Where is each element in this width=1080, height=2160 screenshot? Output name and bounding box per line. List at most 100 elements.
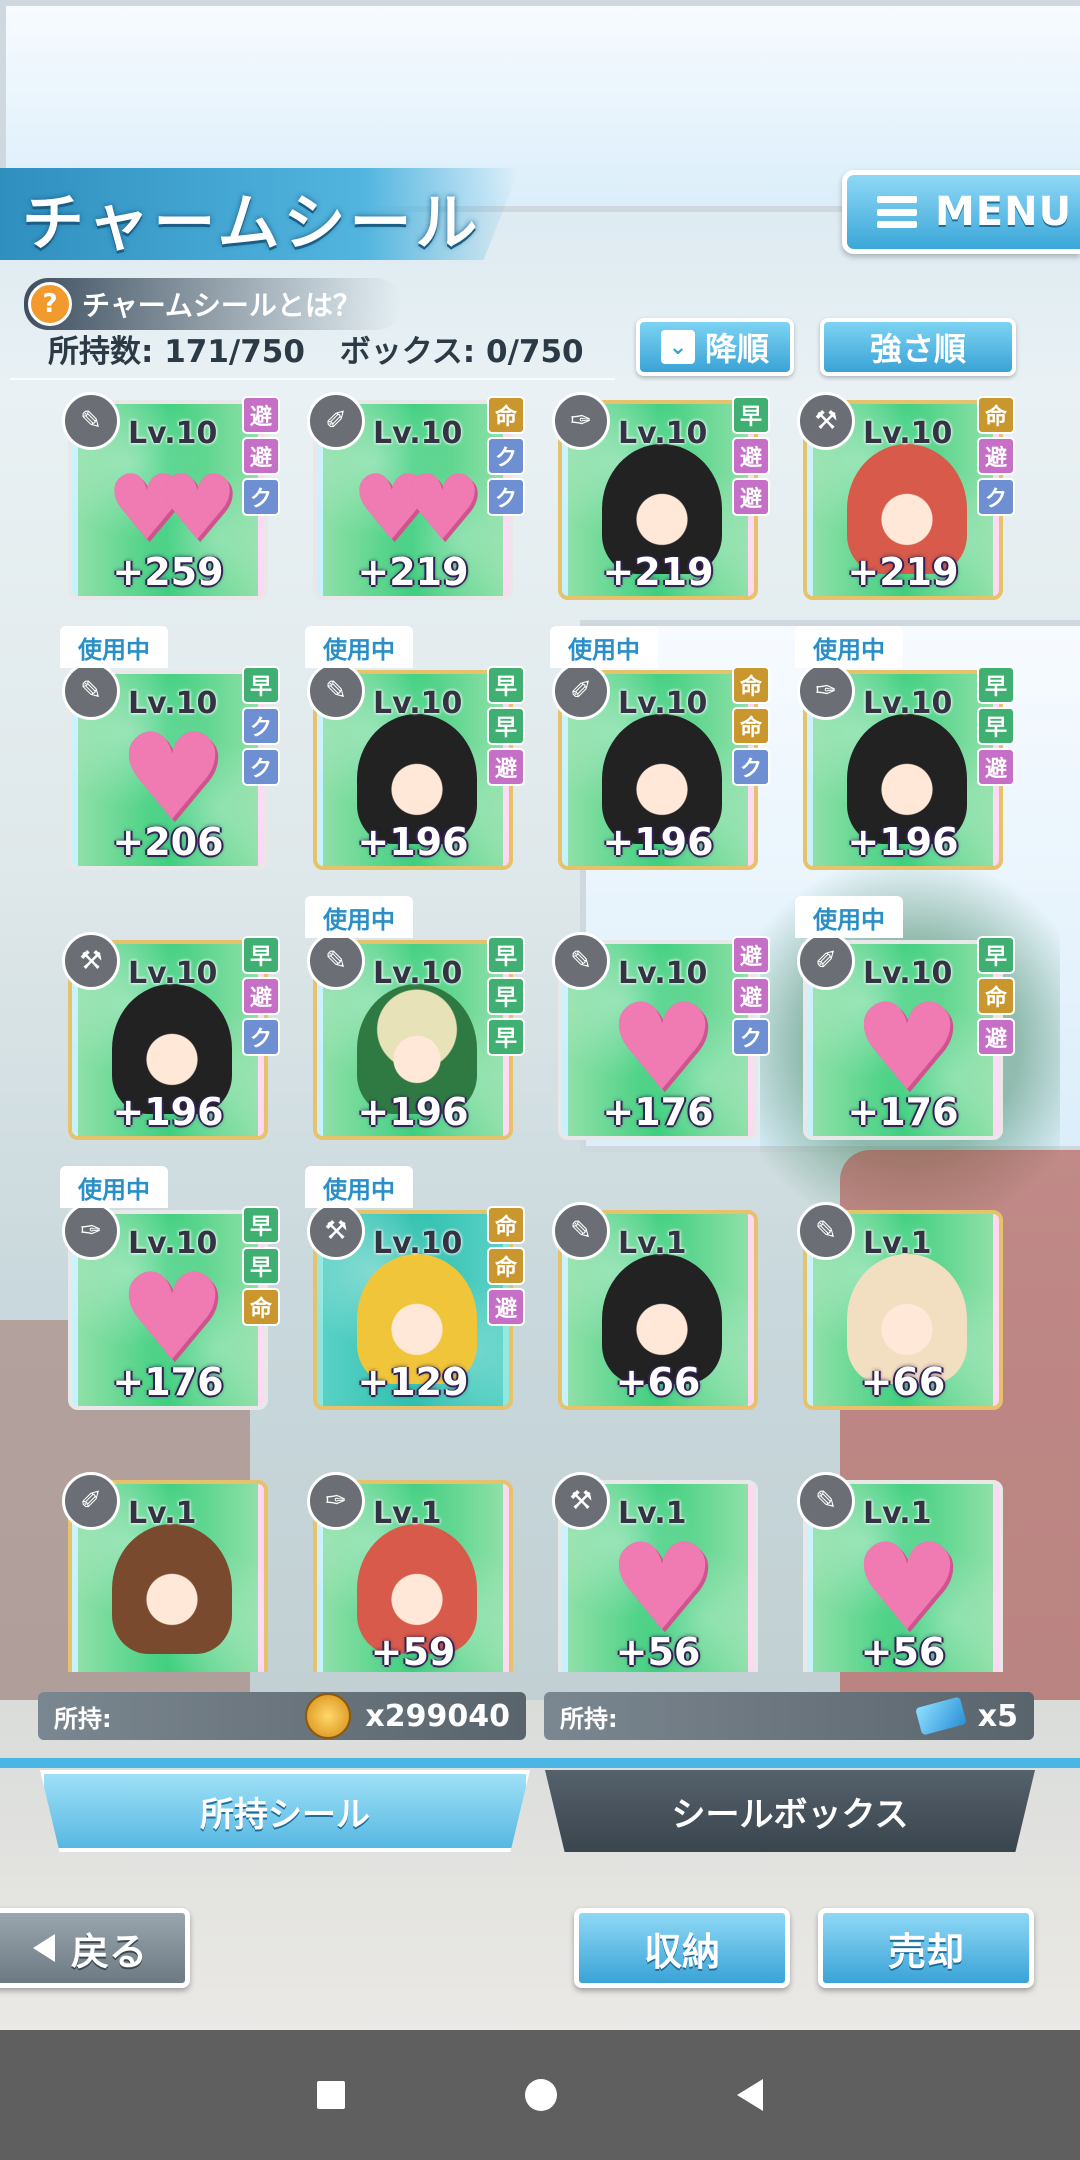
- sticker-tags: 命クク: [487, 396, 525, 516]
- sticker-tag: 命: [732, 666, 770, 704]
- sticker-card[interactable]: Lv.10 +219 ⚒ 命避ク: [795, 392, 1015, 612]
- sticker-card[interactable]: 使用中 Lv.10 +196 ✑ 早早避: [795, 626, 1015, 882]
- back-button[interactable]: 戻る: [0, 1908, 190, 1988]
- sticker-card[interactable]: ♥ Lv.1 +56 ✎: [795, 1472, 1011, 1672]
- sticker-power: +56: [615, 1630, 701, 1672]
- sticker-tag: ク: [732, 1018, 770, 1056]
- sticker-tag: 避: [487, 1288, 525, 1326]
- sticker-tags: 早早避: [977, 666, 1015, 786]
- sticker-power: +59: [370, 1630, 456, 1672]
- sticker-card[interactable]: 使用中 ♥ Lv.10 +176 ✑ 早早命: [60, 1166, 280, 1422]
- sticker-power: +56: [860, 1630, 946, 1672]
- sticker-card[interactable]: Lv.1 +66 ✎: [795, 1202, 1011, 1422]
- sticker-tag: 命: [732, 707, 770, 745]
- sticker-power: +196: [602, 820, 714, 864]
- sticker-level: Lv.10: [373, 1226, 463, 1261]
- sticker-type-icon: ✎: [797, 1472, 855, 1530]
- sticker-card[interactable]: Lv.1 +66 ✎: [550, 1202, 766, 1422]
- sort-by-button[interactable]: 強さ順: [820, 318, 1016, 376]
- ticket-icon: [914, 1696, 967, 1736]
- sticker-tag: 命: [242, 1288, 280, 1326]
- sort-order-label: 降順: [704, 330, 769, 368]
- sticker-tag: 避: [487, 748, 525, 786]
- sticker-tags: 早早避: [487, 666, 525, 786]
- sticker-tag: ク: [242, 1018, 280, 1056]
- sticker-tag: 早: [242, 1206, 280, 1244]
- sticker-card[interactable]: ♥♥ Lv.10 +259 ✎ 避避ク: [60, 392, 280, 612]
- box-count: ボックス: 0/750: [339, 334, 584, 370]
- sticker-tag: ク: [977, 478, 1015, 516]
- sticker-tag: 避: [732, 977, 770, 1015]
- sticker-power: +196: [357, 1090, 469, 1134]
- sticker-card[interactable]: 使用中 Lv.10 +196 ✐ 命命ク: [550, 626, 770, 882]
- sell-button[interactable]: 売却: [818, 1908, 1034, 1988]
- sticker-type-icon: ✐: [797, 932, 855, 990]
- menu-label: MENU: [935, 189, 1073, 235]
- back-nav-icon[interactable]: [737, 2079, 763, 2111]
- sticker-card[interactable]: 使用中 Lv.10 +196 ✎ 早早避: [305, 626, 525, 882]
- sticker-type-icon: ⚒: [307, 1202, 365, 1260]
- tab-sticker-box[interactable]: シールボックス: [545, 1770, 1035, 1852]
- sticker-level: Lv.10: [373, 686, 463, 721]
- sticker-card[interactable]: 使用中 Lv.10 +196 ✎ 早早早: [305, 896, 525, 1152]
- help-label: チャームシールとは？: [82, 289, 361, 322]
- sticker-level: Lv.10: [618, 956, 708, 991]
- sticker-type-icon: ✎: [307, 932, 365, 990]
- ticket-balance: 所持: x5: [544, 1692, 1034, 1740]
- sticker-type-icon: ⚒: [62, 932, 120, 990]
- coin-balance: 所持: x299040: [38, 1692, 526, 1740]
- sticker-tag: ク: [242, 748, 280, 786]
- sticker-tag: 命: [487, 396, 525, 434]
- sticker-tag: 避: [977, 748, 1015, 786]
- sticker-tags: 早命避: [977, 936, 1015, 1056]
- sticker-tag: 早: [487, 666, 525, 704]
- sticker-level: Lv.10: [863, 956, 953, 991]
- sticker-level: Lv.10: [128, 416, 218, 451]
- sticker-card[interactable]: 使用中 ♥ Lv.10 +206 ✎ 早クク: [60, 626, 280, 882]
- sticker-tag: ク: [487, 478, 525, 516]
- sticker-card[interactable]: 使用中 Lv.10 +129 ⚒ 命命避: [305, 1166, 525, 1422]
- in-use-badge: 使用中: [60, 626, 168, 668]
- sticker-type-icon: ✑: [797, 662, 855, 720]
- sticker-tags: 命命避: [487, 1206, 525, 1326]
- sticker-type-icon: ✎: [307, 662, 365, 720]
- sticker-type-icon: ✑: [62, 1202, 120, 1260]
- sticker-tags: 避避ク: [242, 396, 280, 516]
- store-button[interactable]: 収納: [574, 1908, 790, 1988]
- sticker-card[interactable]: Lv.1 ✐: [60, 1472, 276, 1672]
- sticker-level: Lv.10: [128, 686, 218, 721]
- sticker-card[interactable]: ♥♥ Lv.10 +219 ✐ 命クク: [305, 392, 525, 612]
- ticket-balance-value: x5: [977, 1698, 1018, 1734]
- sticker-tag: 早: [242, 666, 280, 704]
- sticker-tags: 早避避: [732, 396, 770, 516]
- menu-button[interactable]: MENU: [842, 170, 1080, 254]
- sticker-power: +66: [860, 1360, 946, 1404]
- tab-owned-stickers[interactable]: 所持シール: [40, 1770, 530, 1852]
- sticker-tags: 早早命: [242, 1206, 280, 1326]
- sticker-tag: 早: [732, 396, 770, 434]
- sort-order-button[interactable]: ⌄ 降順: [636, 318, 794, 376]
- sticker-tag: 早: [242, 936, 280, 974]
- sticker-card[interactable]: Lv.1 +59 ✑: [305, 1472, 521, 1672]
- sticker-card[interactable]: ♥ Lv.1 +56 ⚒: [550, 1472, 766, 1672]
- sticker-card[interactable]: ♥ Lv.10 +176 ✎ 避避ク: [550, 932, 770, 1152]
- sticker-card[interactable]: Lv.10 +196 ⚒ 早避ク: [60, 932, 280, 1152]
- divider: [10, 378, 615, 380]
- sticker-tag: 早: [977, 666, 1015, 704]
- in-use-badge: 使用中: [550, 626, 658, 668]
- home-icon[interactable]: [525, 2079, 557, 2111]
- sticker-card[interactable]: 使用中 ♥ Lv.10 +176 ✐ 早命避: [795, 896, 1015, 1152]
- sticker-tag: 避: [732, 437, 770, 475]
- sticker-level: Lv.10: [373, 416, 463, 451]
- in-use-badge: 使用中: [305, 1166, 413, 1208]
- sticker-card[interactable]: Lv.10 +219 ✑ 早避避: [550, 392, 770, 612]
- sticker-tag: 早: [242, 1247, 280, 1285]
- recents-icon[interactable]: [317, 2081, 345, 2109]
- help-link[interactable]: ? チャームシールとは？: [24, 278, 401, 330]
- sticker-grid: ♥♥ Lv.10 +259 ✎ 避避ク ♥♥ Lv.10 +219 ✐ 命クク Lv.10 +219 ✑…: [0, 392, 1080, 1672]
- sticker-tag: ク: [242, 707, 280, 745]
- android-nav-bar: [0, 2030, 1080, 2160]
- sticker-tag: 避: [242, 977, 280, 1015]
- sticker-power: +206: [112, 820, 224, 864]
- sticker-level: Lv.1: [373, 1496, 442, 1531]
